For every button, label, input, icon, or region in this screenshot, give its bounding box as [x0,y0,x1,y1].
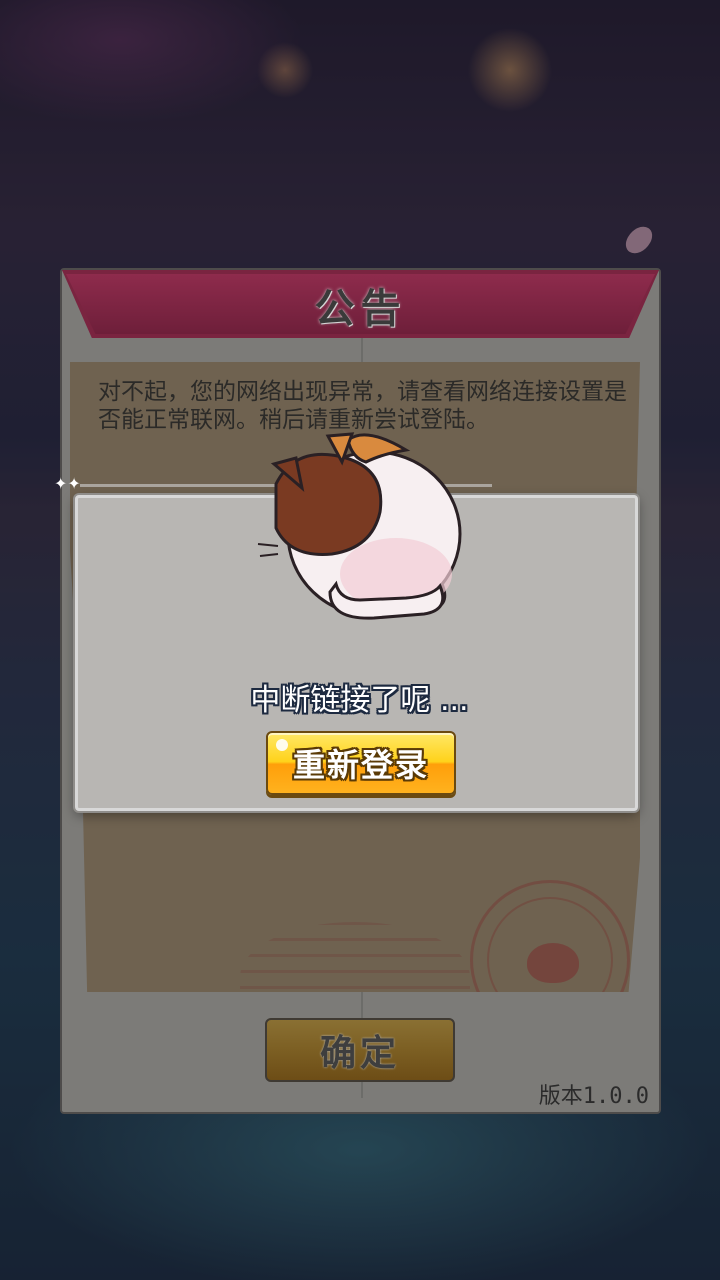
paw-stamp-icon [470,880,630,992]
confirm-button[interactable]: 确定 [265,1018,455,1082]
postmark-lines [240,922,470,992]
confirm-label: 确定 [319,1033,400,1074]
sleeping-cat-icon [257,432,462,620]
notice-title: 公告 [314,286,407,332]
relogin-button[interactable]: 重新登录 [266,731,456,795]
sparkle-icon: ✦✦ [54,474,81,493]
disconnect-message: 中断链接了呢 ... [250,683,469,718]
relogin-label: 重新登录 [292,746,429,784]
button-shine [276,739,288,751]
version-label: 版本1.0.0 [538,1084,649,1109]
